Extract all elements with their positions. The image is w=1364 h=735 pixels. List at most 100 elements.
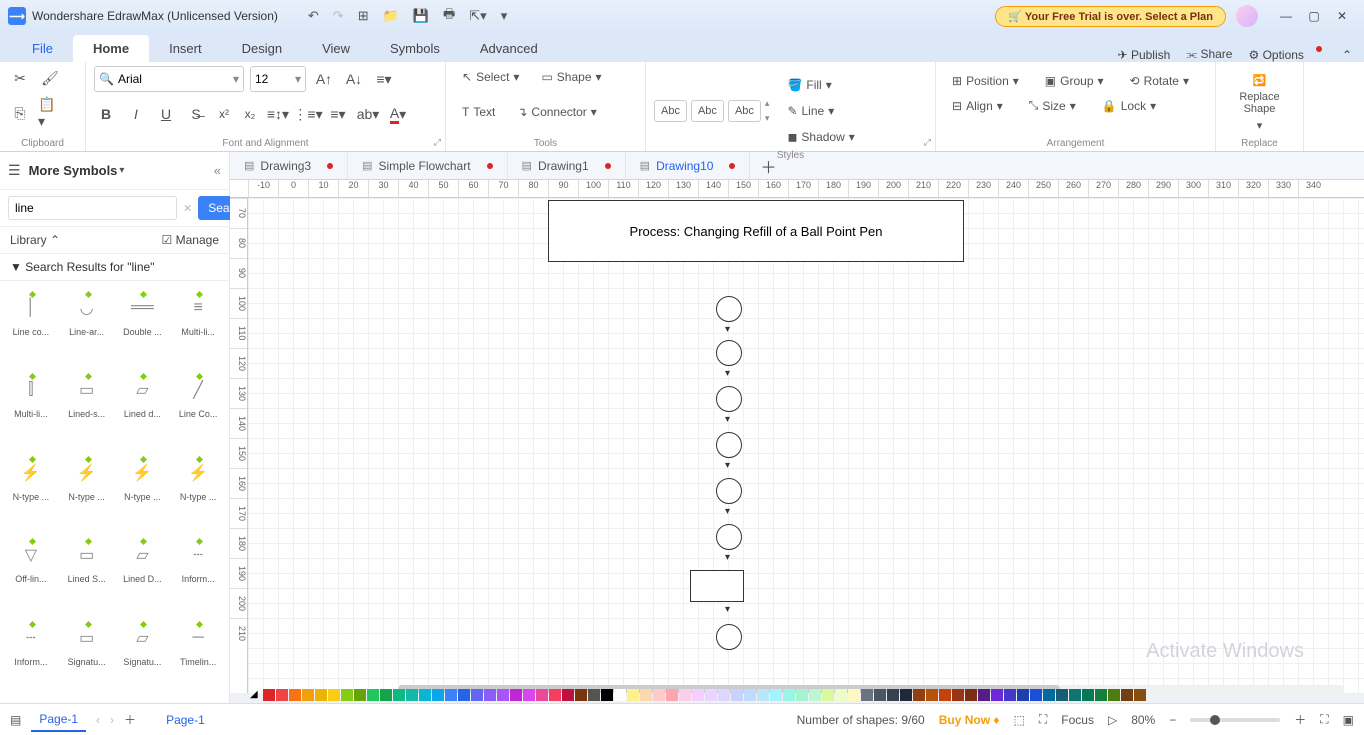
color-swatch[interactable]: [367, 689, 379, 701]
menu-view[interactable]: View: [302, 35, 370, 62]
rotate-button[interactable]: ⟲ Rotate▾: [1122, 70, 1197, 92]
fullscreen-icon[interactable]: ⛶: [1320, 712, 1328, 727]
manage-link[interactable]: ☑ Manage: [162, 233, 219, 247]
color-swatch[interactable]: [419, 689, 431, 701]
user-avatar[interactable]: [1236, 5, 1258, 27]
increase-font-icon[interactable]: A↑: [312, 67, 336, 91]
doc-tab[interactable]: ▤Simple Flowchart: [348, 152, 507, 179]
cut-icon[interactable]: ✂: [8, 66, 32, 90]
line-button[interactable]: ✎ Line▾: [779, 100, 862, 122]
text-case-icon[interactable]: ab▾: [356, 102, 380, 126]
color-swatch[interactable]: [718, 689, 730, 701]
color-swatch[interactable]: [549, 689, 561, 701]
library-link[interactable]: Library ⌃: [10, 233, 60, 247]
color-swatch[interactable]: [796, 689, 808, 701]
color-swatch[interactable]: [406, 689, 418, 701]
font-size-select[interactable]: 12▾: [250, 66, 306, 92]
fit-icon[interactable]: ⛶: [1039, 712, 1047, 727]
bullet-list-icon[interactable]: ⋮≡▾: [296, 102, 320, 126]
undo-icon[interactable]: ↶: [308, 8, 319, 24]
style-scroll-down-icon[interactable]: ▾: [765, 113, 770, 124]
align-button[interactable]: ⊟ Align▾: [944, 95, 1011, 117]
circle-shape-2[interactable]: [716, 340, 742, 366]
circle-shape-4[interactable]: [716, 432, 742, 458]
minimize-button[interactable]: —: [1272, 9, 1300, 23]
qat-more-icon[interactable]: ▾: [501, 8, 508, 24]
color-swatch[interactable]: [835, 689, 847, 701]
fill-button[interactable]: 🪣 Fill▾: [779, 74, 862, 96]
shape-item[interactable]: ╱Line Co...: [171, 369, 225, 449]
group-button[interactable]: ▣ Group▾: [1037, 70, 1112, 92]
page-tab-1[interactable]: Page-1: [31, 708, 86, 732]
subscript-icon[interactable]: x₂: [240, 104, 260, 124]
color-swatch[interactable]: [822, 689, 834, 701]
color-swatch[interactable]: [588, 689, 600, 701]
doc-tab[interactable]: ▤Drawing3: [230, 152, 348, 179]
color-swatch[interactable]: [744, 689, 756, 701]
superscript-icon[interactable]: x²: [214, 104, 234, 124]
open-icon[interactable]: 📁: [383, 8, 399, 24]
layers-icon[interactable]: ⬚: [1014, 713, 1025, 727]
color-swatch[interactable]: [705, 689, 717, 701]
color-swatch[interactable]: [289, 689, 301, 701]
panel-toggle-icon[interactable]: ▣: [1343, 713, 1354, 727]
circle-shape-7[interactable]: [716, 624, 742, 650]
title-shape[interactable]: Process: Changing Refill of a Ball Point…: [548, 200, 964, 262]
shape-item[interactable]: ┄Inform...: [171, 534, 225, 614]
menu-advanced[interactable]: Advanced: [460, 35, 558, 62]
underline-icon[interactable]: U: [154, 102, 178, 126]
sidebar-title-caret-icon[interactable]: ▾: [119, 165, 124, 176]
connector-tool[interactable]: ↴ Connector ▾: [509, 101, 604, 123]
color-swatch[interactable]: [497, 689, 509, 701]
styles-dialog-icon[interactable]: ⤢: [924, 137, 931, 148]
color-swatch[interactable]: [315, 689, 327, 701]
color-swatch[interactable]: [1069, 689, 1081, 701]
shape-item[interactable]: ─Timelin...: [171, 617, 225, 697]
symbol-search-input[interactable]: [8, 196, 177, 220]
italic-icon[interactable]: I: [124, 102, 148, 126]
color-swatch[interactable]: [510, 689, 522, 701]
publish-button[interactable]: ✈ Publish: [1118, 48, 1171, 62]
zoom-slider[interactable]: [1190, 718, 1280, 722]
color-swatch[interactable]: [770, 689, 782, 701]
color-swatch[interactable]: [1082, 689, 1094, 701]
color-swatch[interactable]: [965, 689, 977, 701]
shape-item[interactable]: ⚡N-type ...: [60, 452, 114, 532]
hamburger-icon[interactable]: ☰: [8, 162, 21, 179]
rectangle-shape[interactable]: [690, 570, 744, 602]
color-swatch[interactable]: [328, 689, 340, 701]
buy-now-link[interactable]: Buy Now ♦: [939, 713, 1000, 727]
circle-shape-5[interactable]: [716, 478, 742, 504]
color-swatch[interactable]: [1043, 689, 1055, 701]
color-swatch[interactable]: [1108, 689, 1120, 701]
options-button[interactable]: ⚙ Options: [1248, 48, 1303, 62]
color-swatch[interactable]: [861, 689, 873, 701]
color-swatch[interactable]: [679, 689, 691, 701]
menu-insert[interactable]: Insert: [149, 35, 222, 62]
replace-shape-button[interactable]: 🔁 Replace Shape ▾: [1224, 70, 1295, 136]
circle-shape-6[interactable]: [716, 524, 742, 550]
color-swatch[interactable]: [809, 689, 821, 701]
color-swatch[interactable]: [393, 689, 405, 701]
color-swatch[interactable]: [263, 689, 275, 701]
add-page-icon[interactable]: ＋: [124, 711, 136, 728]
color-swatch[interactable]: [627, 689, 639, 701]
canvas[interactable]: Process: Changing Refill of a Ball Point…: [248, 198, 1364, 693]
color-swatch[interactable]: [341, 689, 353, 701]
color-swatch[interactable]: [848, 689, 860, 701]
circle-shape-3[interactable]: [716, 386, 742, 412]
text-tool[interactable]: T Text: [454, 101, 503, 123]
lock-button[interactable]: 🔒 Lock▾: [1094, 95, 1164, 117]
decrease-font-icon[interactable]: A↓: [342, 67, 366, 91]
color-swatch[interactable]: [471, 689, 483, 701]
color-swatch[interactable]: [653, 689, 665, 701]
shape-item[interactable]: ▭Lined S...: [60, 534, 114, 614]
bold-icon[interactable]: B: [94, 102, 118, 126]
shape-item[interactable]: ▭Signatu...: [60, 617, 114, 697]
color-swatch[interactable]: [536, 689, 548, 701]
color-swatch[interactable]: [692, 689, 704, 701]
color-swatch[interactable]: [1056, 689, 1068, 701]
shape-item[interactable]: ⚡N-type ...: [4, 452, 58, 532]
color-swatch[interactable]: [575, 689, 587, 701]
color-swatch[interactable]: [874, 689, 886, 701]
